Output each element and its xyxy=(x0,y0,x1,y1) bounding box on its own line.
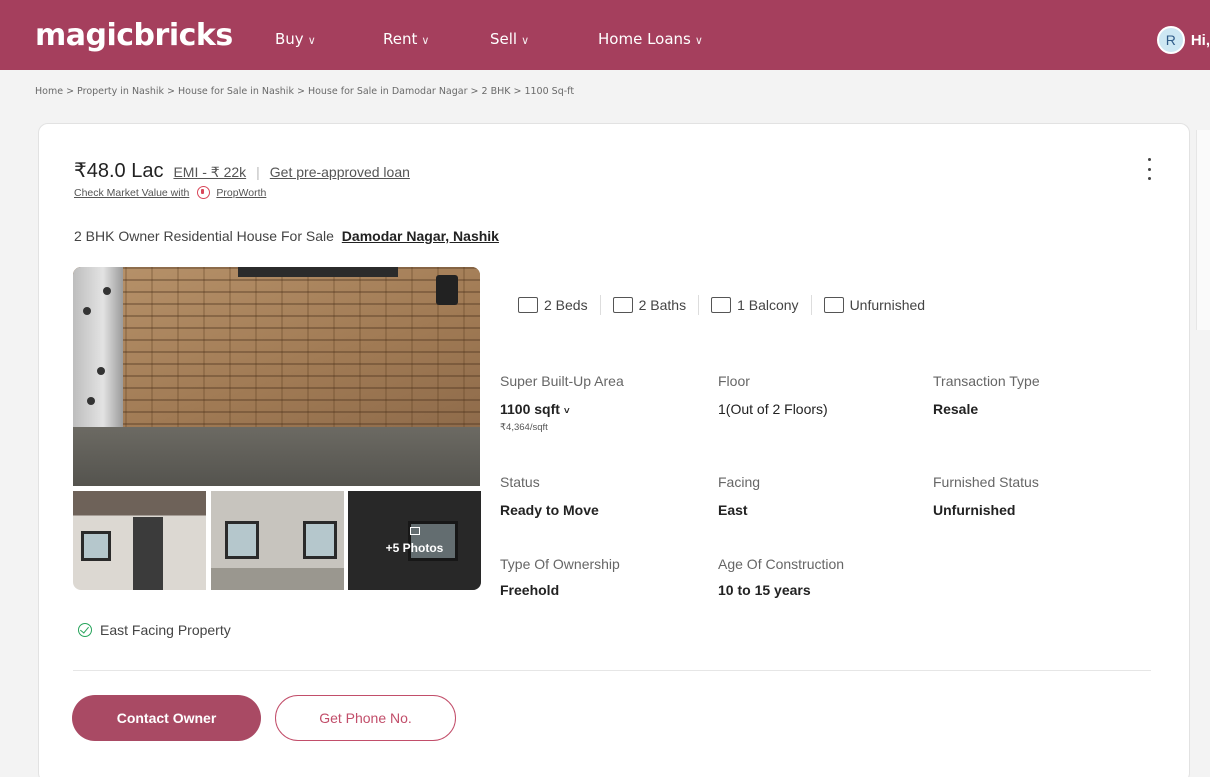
floor-label: Floor xyxy=(718,373,750,389)
divider xyxy=(73,670,1151,671)
area-label: Super Built-Up Area xyxy=(500,373,624,389)
furnished-value: Unfurnished xyxy=(933,502,1016,518)
transaction-label: Transaction Type xyxy=(933,373,1040,389)
chevron-down-icon: ∨ xyxy=(694,34,703,47)
separator: | xyxy=(256,164,260,180)
photo-thumbnail-more[interactable]: +5 Photos xyxy=(348,491,481,590)
furnished-label: Furnished Status xyxy=(933,474,1039,490)
chevron-down-icon: ∨ xyxy=(521,34,530,47)
breadcrumb[interactable]: Home > Property in Nashik > House for Sa… xyxy=(35,86,574,97)
facing-label: Facing xyxy=(718,474,761,490)
age-value: 10 to 15 years xyxy=(718,582,811,598)
main-property-photo[interactable] xyxy=(73,267,480,486)
chevron-down-icon: ∨ xyxy=(421,34,430,47)
location-link[interactable]: Damodar Nagar, Nashik xyxy=(342,228,499,244)
ownership-label: Type Of Ownership xyxy=(500,556,620,572)
propworth-icon xyxy=(197,186,211,199)
nav-buy[interactable]: Buy ∨ xyxy=(275,30,316,48)
pre-approved-loan-link[interactable]: Get pre-approved loan xyxy=(270,164,410,180)
photo-icon xyxy=(409,526,420,535)
bath-icon xyxy=(612,297,633,313)
amenities-row: 2 Beds 2 Baths 1 Balcony Unfurnished xyxy=(518,295,925,315)
area-rate: ₹4,364/sqft xyxy=(500,422,548,433)
user-menu[interactable]: R Hi, xyxy=(1156,26,1210,54)
area-value[interactable]: 1100 sqft ˅ xyxy=(500,401,570,417)
price-row: ₹48.0 Lac EMI - ₹ 22k | Get pre-approved… xyxy=(74,158,410,183)
photo-thumbnail[interactable] xyxy=(211,491,344,590)
emi-link[interactable]: EMI - ₹ 22k xyxy=(173,164,246,181)
age-label: Age Of Construction xyxy=(718,556,845,572)
user-greeting: Hi, xyxy=(1190,31,1210,49)
price: ₹48.0 Lac xyxy=(74,160,164,182)
check-circle-icon xyxy=(78,623,92,637)
floor-value: 1(Out of 2 Floors) xyxy=(718,401,828,417)
contact-owner-button[interactable]: Contact Owner xyxy=(72,695,261,741)
market-value-link[interactable]: Check Market Value with PropWorth xyxy=(74,186,266,199)
chevron-down-icon: ˅ xyxy=(563,406,570,417)
furniture-icon xyxy=(823,297,844,313)
transaction-value: Resale xyxy=(933,401,979,417)
listing-title: 2 BHK Owner Residential House For Sale D… xyxy=(74,228,499,244)
nav-sell[interactable]: Sell ∨ xyxy=(490,30,529,48)
facing-value: East xyxy=(718,502,748,518)
top-navigation-bar: magicbricks Buy ∨ Rent ∨ Sell ∨ Home Loans ∨… xyxy=(0,0,1210,70)
side-panel-edge xyxy=(1196,130,1210,330)
nav-home-loans[interactable]: Home Loans ∨ xyxy=(598,30,703,48)
bed-icon xyxy=(518,297,538,313)
nav-rent[interactable]: Rent ∨ xyxy=(383,30,429,48)
magicbricks-logo[interactable]: magicbricks xyxy=(35,18,233,53)
avatar: R xyxy=(1156,26,1185,54)
chevron-down-icon: ∨ xyxy=(307,34,316,47)
ownership-value: Freehold xyxy=(500,582,560,598)
get-phone-button[interactable]: Get Phone No. xyxy=(275,695,456,741)
photo-thumbnail[interactable] xyxy=(73,491,206,590)
more-options-icon[interactable] xyxy=(1144,158,1154,180)
more-photos-label: +5 Photos xyxy=(385,540,444,555)
highlight-badge: East Facing Property xyxy=(78,622,231,638)
balcony-icon xyxy=(711,297,732,313)
status-value: Ready to Move xyxy=(500,502,599,518)
status-label: Status xyxy=(500,474,540,490)
